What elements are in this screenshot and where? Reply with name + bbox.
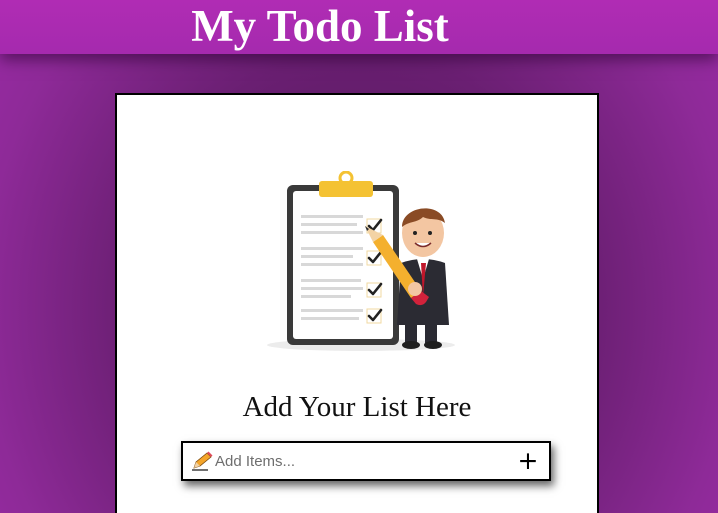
pencil-icon — [192, 451, 213, 471]
add-item-button[interactable]: + — [513, 446, 543, 476]
card-subtitle: Add Your List Here — [242, 391, 472, 423]
add-item-form: + — [181, 441, 551, 481]
clipboard-checklist-person-illustration — [267, 171, 455, 351]
header-bar: My Todo List — [0, 0, 718, 54]
todo-card: Add Your List Here + — [115, 93, 599, 513]
add-item-input[interactable] — [213, 446, 513, 476]
app-title: My Todo List — [191, 1, 449, 51]
plus-icon: + — [517, 446, 539, 475]
